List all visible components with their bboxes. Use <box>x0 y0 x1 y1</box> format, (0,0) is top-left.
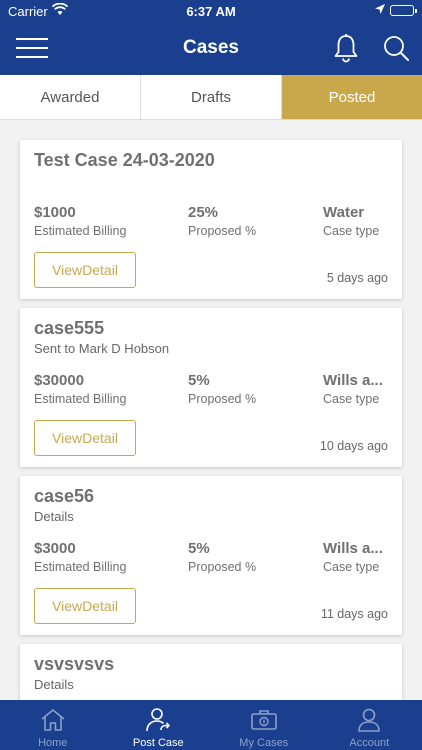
proposed-value: 25% <box>188 204 219 221</box>
notifications-button[interactable] <box>332 33 360 63</box>
proposed-label: Proposed % <box>188 392 257 406</box>
case-title: vsvsvsvs <box>34 654 115 674</box>
bottom-tab-label: Home <box>38 737 68 749</box>
search-icon <box>384 36 409 61</box>
status-bar: Carrier 6:37 AM <box>0 0 422 22</box>
posted-age: 10 days ago <box>319 439 388 453</box>
case-card: case555 Sent to Mark D Hobson $30000 Est… <box>20 308 402 467</box>
tab-drafts[interactable]: Drafts <box>141 75 282 119</box>
view-detail-button[interactable]: ViewDetail <box>34 420 136 456</box>
proposed-value: 5% <box>188 540 210 557</box>
proposed-value: 5% <box>188 372 210 389</box>
estimated-billing: $30000 Estimated Billing <box>34 372 174 406</box>
case-type-label: Case type <box>323 224 380 238</box>
proposed-percent: 5% Proposed % <box>188 372 308 406</box>
bottom-tab-label: Account <box>349 737 390 749</box>
case-type-value: Wills a... <box>323 540 383 557</box>
case-type-label: Case type <box>323 560 380 574</box>
billing-value: $30000 <box>34 372 85 389</box>
bottom-tab-home[interactable]: Home <box>0 700 106 750</box>
search-button[interactable] <box>382 34 410 62</box>
posted-age: 11 days ago <box>320 607 388 621</box>
case-card: Test Case 24-03-2020 $1000 Estimated Bil… <box>20 140 402 299</box>
bottom-tab-post-case[interactable]: Post Case <box>106 700 212 750</box>
billing-label: Estimated Billing <box>34 392 127 406</box>
posted-age: 5 days ago <box>326 271 388 285</box>
view-detail-button[interactable]: ViewDetail <box>34 588 136 624</box>
clock: 6:37 AM <box>186 4 236 19</box>
case-type-label: Case type <box>323 392 380 406</box>
bottom-tab-my-cases[interactable]: My Cases <box>211 700 317 750</box>
proposed-label: Proposed % <box>188 224 257 238</box>
my-cases-icon <box>250 710 277 730</box>
billing-value: $3000 <box>34 540 76 557</box>
nav-bar: Cases <box>0 22 422 75</box>
proposed-percent: 25% Proposed % <box>188 204 308 238</box>
case-tabs: Awarded Drafts Posted <box>0 75 422 120</box>
case-title: case555 <box>34 318 105 338</box>
proposed-percent: 5% Proposed % <box>188 540 308 574</box>
case-type-value: Wills a... <box>323 372 383 389</box>
proposed-label: Proposed % <box>188 560 257 574</box>
case-type: Wills a... Case type <box>323 540 395 574</box>
case-card: case56 Details $3000 Estimated Billing 5… <box>20 476 402 635</box>
billing-label: Estimated Billing <box>34 560 127 574</box>
case-type: Wills a... Case type <box>323 372 395 406</box>
tab-posted[interactable]: Posted <box>282 75 422 119</box>
case-title: Test Case 24-03-2020 <box>34 150 215 170</box>
case-subtitle: Details <box>34 677 74 692</box>
bottom-tab-label: Post Case <box>132 737 184 749</box>
bottom-tab-account[interactable]: Account <box>317 700 422 750</box>
bottom-tab-bar: Home Post Case My Cases Account <box>0 700 422 750</box>
location-icon <box>374 3 386 18</box>
billing-label: Estimated Billing <box>34 224 127 238</box>
case-list[interactable]: Test Case 24-03-2020 $1000 Estimated Bil… <box>0 121 422 700</box>
case-type: Water Case type <box>323 204 395 238</box>
battery-icon <box>390 5 417 16</box>
tab-awarded[interactable]: Awarded <box>0 75 141 119</box>
account-icon <box>358 708 381 732</box>
bottom-tab-label: My Cases <box>239 737 289 749</box>
bell-icon <box>334 34 358 63</box>
home-icon <box>41 709 65 731</box>
billing-value: $1000 <box>34 204 76 221</box>
estimated-billing: $3000 Estimated Billing <box>34 540 174 574</box>
post-case-icon <box>146 708 171 732</box>
view-detail-button[interactable]: ViewDetail <box>34 252 136 288</box>
case-title: case56 <box>34 486 95 506</box>
case-subtitle: Details <box>34 509 74 524</box>
case-subtitle: Sent to Mark D Hobson <box>34 341 170 356</box>
estimated-billing: $1000 Estimated Billing <box>34 204 174 238</box>
case-type-value: Water <box>323 204 365 221</box>
case-card: vsvsvsvs Details <box>20 644 402 700</box>
